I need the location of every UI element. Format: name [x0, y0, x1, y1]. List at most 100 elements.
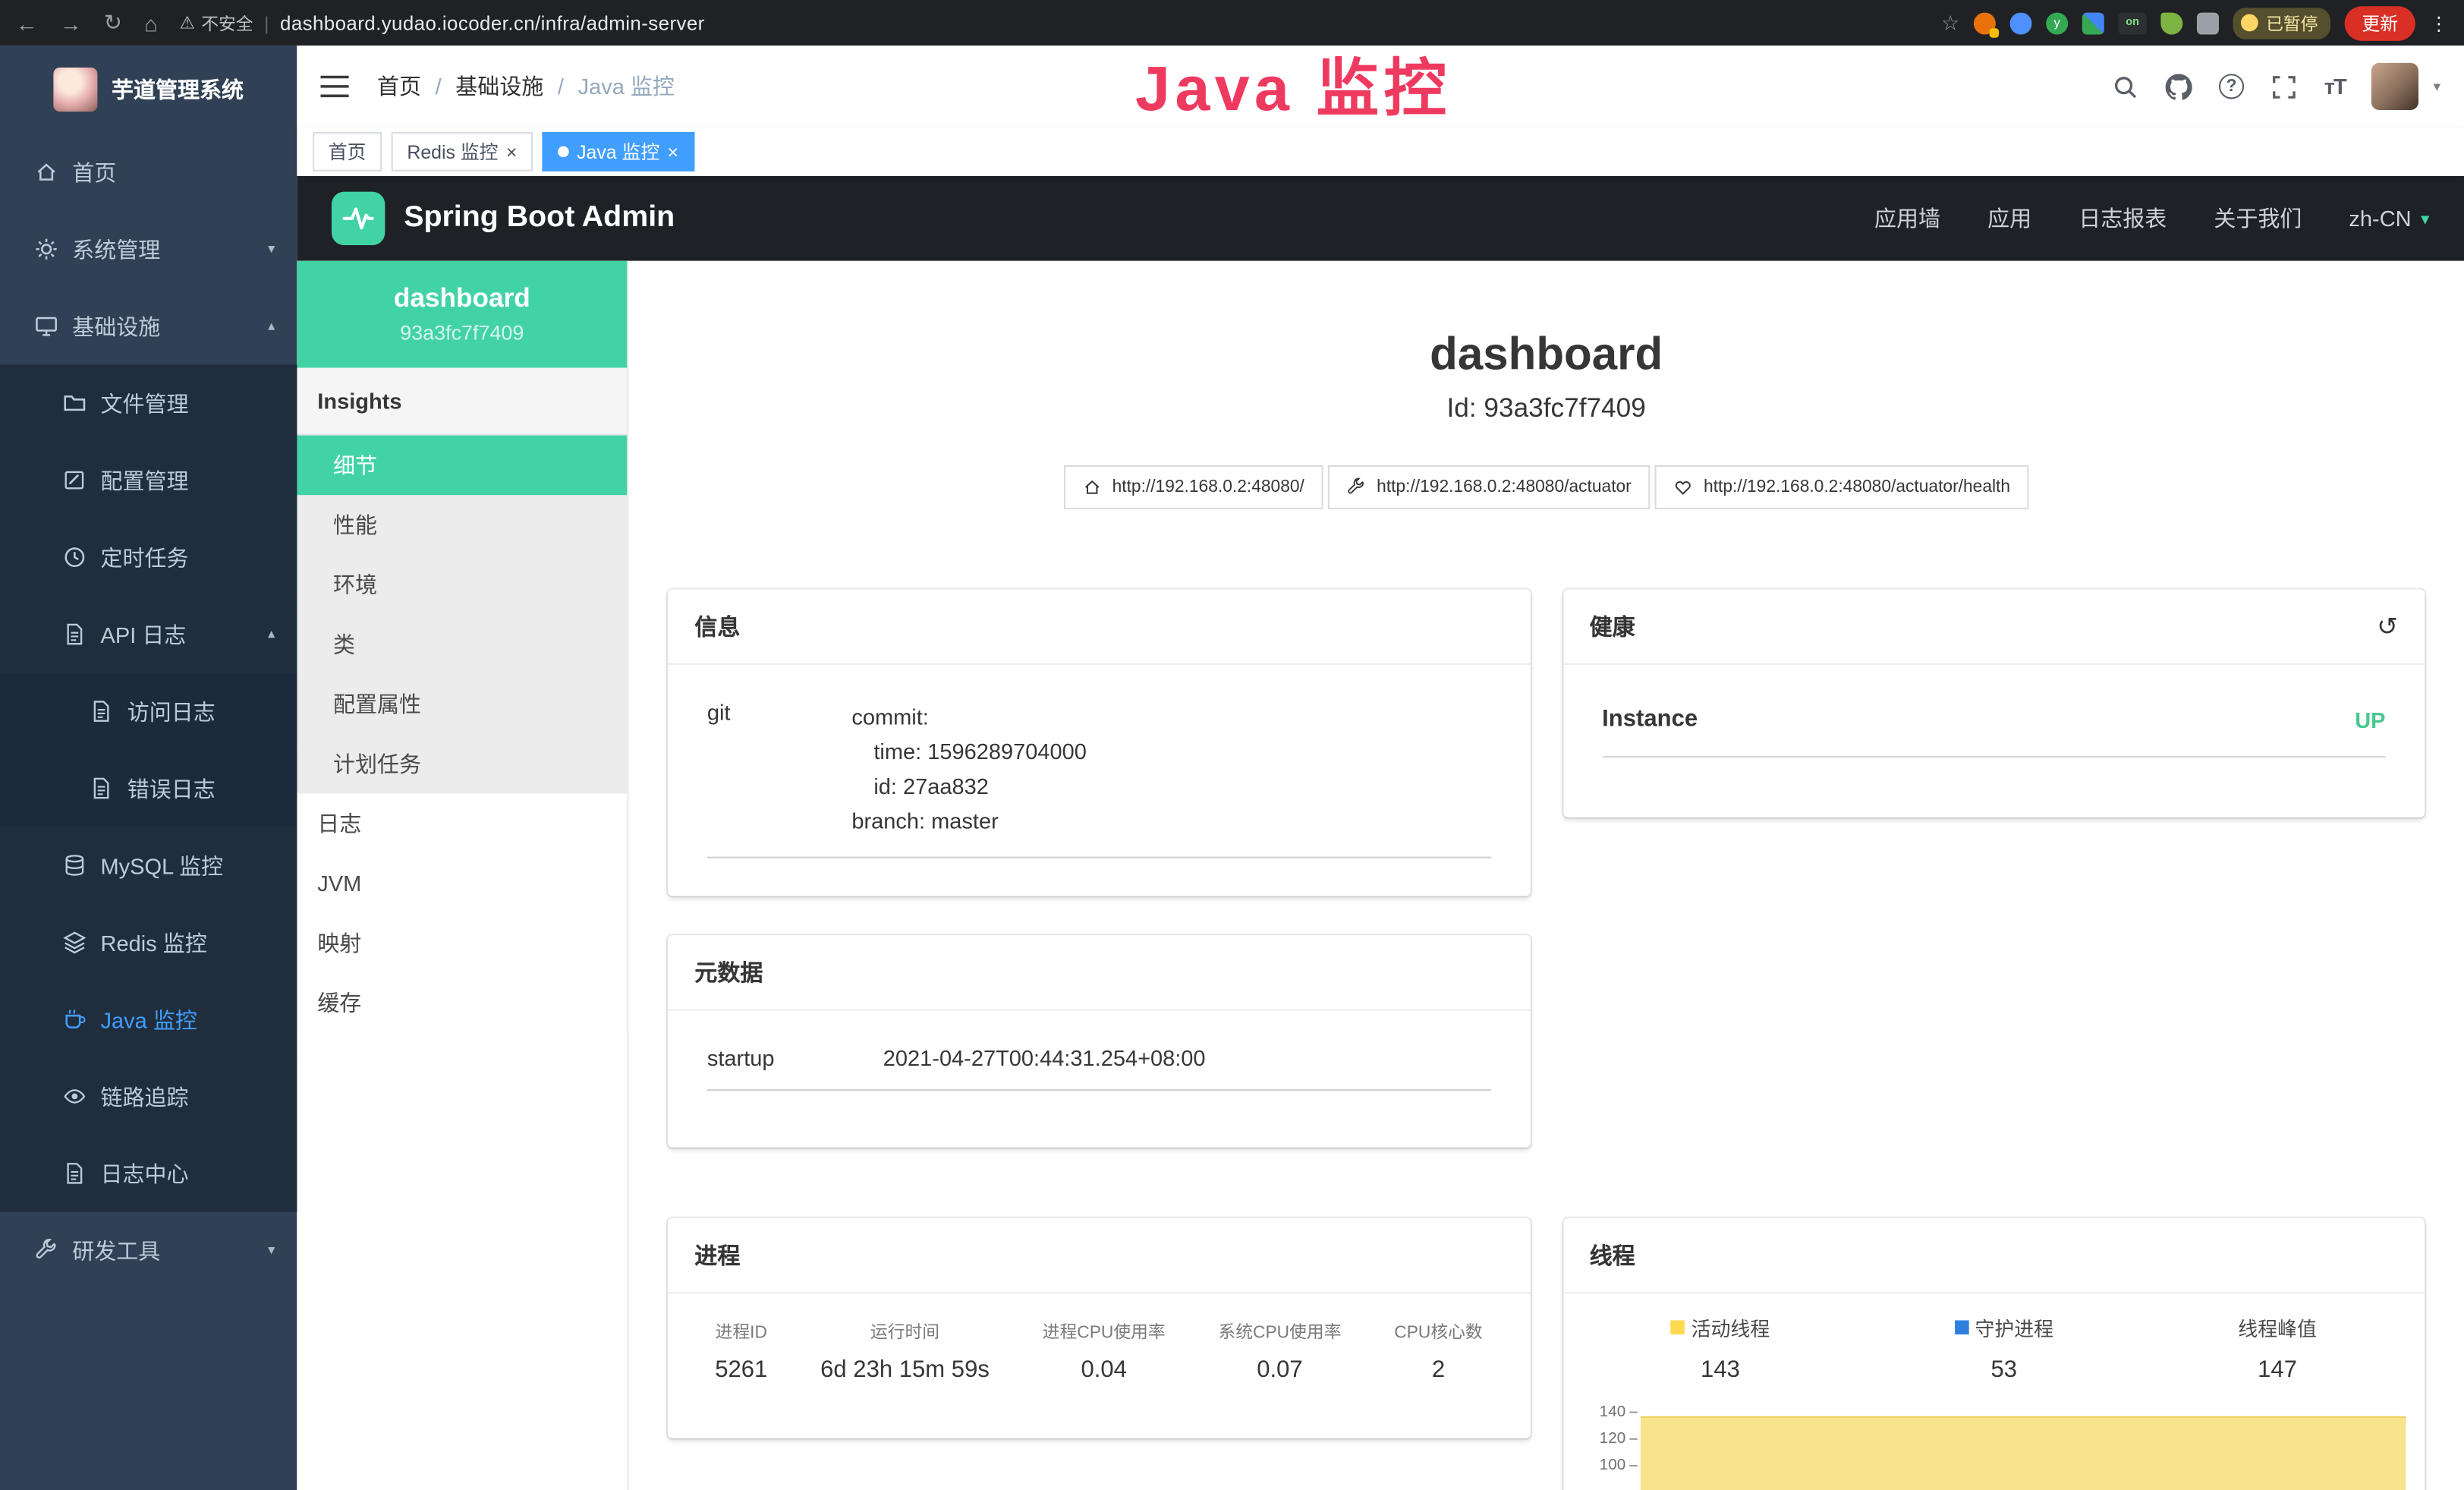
sidebar-item-file-mgmt[interactable]: 文件管理 [0, 364, 297, 441]
extension-icon[interactable]: on [2118, 12, 2146, 34]
info-card: 信息 git commit: time: 1596289704000 id: 2… [668, 590, 1530, 896]
sidebar-item-classes[interactable]: 类 [297, 615, 627, 675]
breadcrumb: 首页 / 基础设施 / Java 监控 [377, 71, 675, 102]
breadcrumb-item[interactable]: 基础设施 [455, 71, 543, 102]
tab-java-monitor[interactable]: Java 监控 × [543, 132, 694, 172]
breadcrumb-current: Java 监控 [578, 71, 675, 102]
instance-header[interactable]: dashboard 93a3fc7f7409 [297, 261, 627, 368]
sidebar-item-home[interactable]: 首页 [0, 134, 297, 210]
reload-icon[interactable]: ↻ [104, 9, 122, 36]
sidebar-item-loggers[interactable]: 日志 [297, 794, 627, 854]
sidebar-item-label: 首页 [72, 156, 116, 187]
sidebar-item-cron-jobs[interactable]: 定时任务 [0, 518, 297, 595]
chevron-down-icon[interactable]: ▾ [2434, 78, 2440, 96]
spring-boot-admin-logo[interactable] [332, 192, 385, 245]
locale-select[interactable]: zh-CN ▾ [2349, 206, 2429, 231]
sba-nav-about[interactable]: 关于我们 [2214, 203, 2302, 234]
sba-nav-wallboard[interactable]: 应用墙 [1874, 203, 1940, 234]
sidebar-item-redis-monitor[interactable]: Redis 监控 [0, 904, 297, 981]
sidebar-item-system[interactable]: 系统管理 ▾ [0, 210, 297, 287]
threads-legend: 活动线程 143 守护进程 53 线程峰值 14 [1562, 1294, 2425, 1384]
sidebar-item-config-mgmt[interactable]: 配置管理 [0, 442, 297, 518]
metric-process-cpu: 进程CPU使用率 0.04 [1043, 1319, 1166, 1384]
sidebar-fold-icon[interactable] [320, 75, 348, 97]
sidebar-item-label: API 日志 [101, 619, 187, 650]
back-icon[interactable]: ← [16, 10, 38, 35]
sba-brand-title[interactable]: Spring Boot Admin [404, 201, 675, 236]
sidebar-item-log-center[interactable]: 日志中心 [0, 1135, 297, 1211]
sidebar-item-infra[interactable]: 基础设施 ▴ [0, 288, 297, 364]
browser-menu-icon[interactable]: ⋮ [2429, 12, 2448, 34]
sidebar-item-api-logs[interactable]: API 日志 ▴ [0, 596, 297, 673]
close-icon[interactable]: × [506, 142, 518, 161]
sidebar-item-jvm[interactable]: JVM [297, 853, 627, 913]
monitor-icon [35, 314, 58, 338]
health-url-link[interactable]: http://192.168.0.2:48080/actuator/health [1655, 466, 2029, 510]
heart-icon [1674, 478, 1693, 497]
extension-icon[interactable] [2082, 12, 2104, 34]
page-title: dashboard [628, 330, 2464, 383]
extension-icon[interactable] [2010, 12, 2032, 34]
search-icon[interactable] [2112, 73, 2138, 99]
sba-main-content: dashboard Id: 93a3fc7f7409 http://192.16… [628, 261, 2464, 1490]
threads-chart: 140 120 100 [1581, 1406, 2412, 1490]
yellow-swatch [1671, 1321, 1685, 1335]
metadata-card: 元数据 startup 2021-04-27T00:44:31.254+08:0… [668, 936, 1530, 1148]
fullscreen-icon[interactable] [2270, 73, 2297, 99]
sidebar-item-error-logs[interactable]: 错误日志 [0, 750, 297, 827]
active-dot [558, 146, 568, 157]
bookmark-star-icon[interactable]: ☆ [1941, 10, 1959, 35]
status-badge: UP [2355, 707, 2385, 732]
app-logo[interactable]: 芋道管理系统 [0, 46, 297, 134]
extensions-puzzle-icon[interactable] [2197, 12, 2219, 34]
home-icon[interactable]: ⌂ [144, 10, 158, 35]
sidebar-item-access-logs[interactable]: 访问日志 [0, 673, 297, 749]
warning-icon: ⚠ [179, 13, 194, 33]
sidebar-item-tracing[interactable]: 链路追踪 [0, 1058, 297, 1135]
forward-icon[interactable]: → [60, 10, 82, 35]
close-icon[interactable]: × [668, 142, 679, 161]
sidebar-item-environment[interactable]: 环境 [297, 555, 627, 615]
sidebar-item-caches[interactable]: 缓存 [297, 973, 627, 1033]
metric-system-cpu: 系统CPU使用率 0.07 [1218, 1319, 1341, 1384]
sidebar-item-java-monitor[interactable]: Java 监控 [0, 981, 297, 1057]
extension-icon[interactable] [2160, 12, 2182, 34]
sidebar-item-dev-tools[interactable]: 研发工具 ▾ [0, 1212, 297, 1289]
address-bar[interactable]: ⚠不安全 | dashboard.yudao.iocoder.cn/infra/… [179, 10, 704, 35]
sidebar-item-metrics[interactable]: 性能 [297, 495, 627, 555]
sidebar-item-config-props[interactable]: 配置属性 [297, 674, 627, 734]
github-icon[interactable] [2166, 73, 2192, 99]
tab-home[interactable]: 首页 [313, 132, 382, 172]
health-instance-row[interactable]: Instance UP [1602, 688, 2385, 758]
help-icon[interactable]: ? [2219, 74, 2244, 99]
wrench-icon [35, 1239, 58, 1262]
card-title: 线程 [1562, 1219, 2425, 1294]
tab-redis-monitor[interactable]: Redis 监控 × [392, 132, 533, 172]
history-icon[interactable]: ↺ [2377, 611, 2398, 642]
info-git-row: git commit: time: 1596289704000 id: 27aa… [707, 688, 1490, 859]
chevron-down-icon: ▾ [2421, 208, 2429, 228]
user-avatar[interactable] [2372, 63, 2419, 110]
extension-icon[interactable] [1974, 12, 1996, 34]
font-size-icon[interactable]: тT [2324, 74, 2346, 99]
chevron-up-icon: ▴ [268, 625, 275, 643]
extension-icon[interactable]: y [2046, 12, 2068, 34]
sidebar-item-label: Java 监控 [101, 1003, 197, 1035]
sba-nav-applications[interactable]: 应用 [1987, 203, 2031, 234]
sidebar-item-mappings[interactable]: 映射 [297, 913, 627, 973]
paused-badge[interactable]: 已暂停 [2233, 7, 2330, 38]
metric-pid: 进程ID 5261 [715, 1319, 767, 1384]
sba-nav-journal[interactable]: 日志报表 [2079, 203, 2167, 234]
service-url-link[interactable]: http://192.168.0.2:48080/ [1063, 466, 1323, 510]
breadcrumb-item[interactable]: 首页 [377, 71, 421, 102]
actuator-url-link[interactable]: http://192.168.0.2:48080/actuator [1328, 466, 1651, 510]
sidebar-item-mysql-monitor[interactable]: MySQL 监控 [0, 827, 297, 903]
document-icon [63, 1161, 87, 1185]
url-text[interactable]: dashboard.yudao.iocoder.cn/infra/admin-s… [280, 12, 705, 34]
live-threads-area-series [1640, 1417, 2406, 1490]
sidebar-item-scheduled-tasks[interactable]: 计划任务 [297, 734, 627, 794]
security-warning[interactable]: ⚠不安全 [179, 10, 253, 35]
home-icon [1082, 478, 1101, 497]
sidebar-item-details[interactable]: 细节 [297, 436, 627, 496]
chrome-update-button[interactable]: 更新 [2345, 5, 2415, 40]
